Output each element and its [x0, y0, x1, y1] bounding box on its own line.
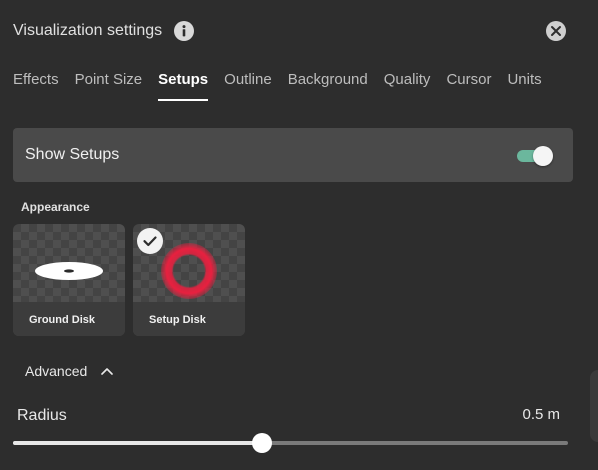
- radius-label: Radius: [17, 407, 67, 424]
- appearance-option-setup-disk[interactable]: Setup Disk: [133, 224, 245, 336]
- chevron-up-icon: [101, 368, 114, 375]
- tab-quality[interactable]: Quality: [384, 66, 431, 101]
- advanced-label: Advanced: [25, 363, 88, 379]
- show-setups-row[interactable]: Show Setups: [13, 128, 573, 182]
- ground-disk-label: Ground Disk: [29, 314, 96, 326]
- close-icon[interactable]: [545, 20, 567, 42]
- advanced-toggle[interactable]: Advanced: [25, 362, 114, 380]
- toggle-thumb: [533, 146, 553, 166]
- tab-units[interactable]: Units: [507, 66, 541, 101]
- info-icon[interactable]: [173, 20, 195, 42]
- slider-fill: [13, 441, 262, 445]
- tab-point-size[interactable]: Point Size: [75, 66, 143, 101]
- tab-background[interactable]: Background: [288, 66, 368, 101]
- radius-slider[interactable]: [13, 432, 568, 454]
- show-setups-toggle[interactable]: [515, 146, 553, 166]
- settings-tabs: Effects Point Size Setups Outline Backgr…: [13, 66, 578, 104]
- tab-setups[interactable]: Setups: [158, 66, 209, 101]
- slider-thumb[interactable]: [251, 433, 272, 453]
- appearance-option-ground-disk[interactable]: Ground Disk: [13, 224, 125, 336]
- tab-cursor[interactable]: Cursor: [446, 66, 491, 101]
- check-icon: [137, 228, 163, 254]
- show-setups-label: Show Setups: [25, 146, 120, 163]
- tab-outline[interactable]: Outline: [224, 66, 272, 101]
- ground-disk-icon: [35, 262, 103, 280]
- dialog-title: Visualization settings: [13, 22, 163, 39]
- tab-effects[interactable]: Effects: [13, 66, 59, 101]
- appearance-label: Appearance: [21, 200, 90, 214]
- dialog-header: Visualization settings: [13, 20, 195, 42]
- scroll-edge: [590, 370, 598, 442]
- radius-value: 0.5 m: [522, 406, 560, 423]
- setup-disk-label: Setup Disk: [149, 314, 206, 326]
